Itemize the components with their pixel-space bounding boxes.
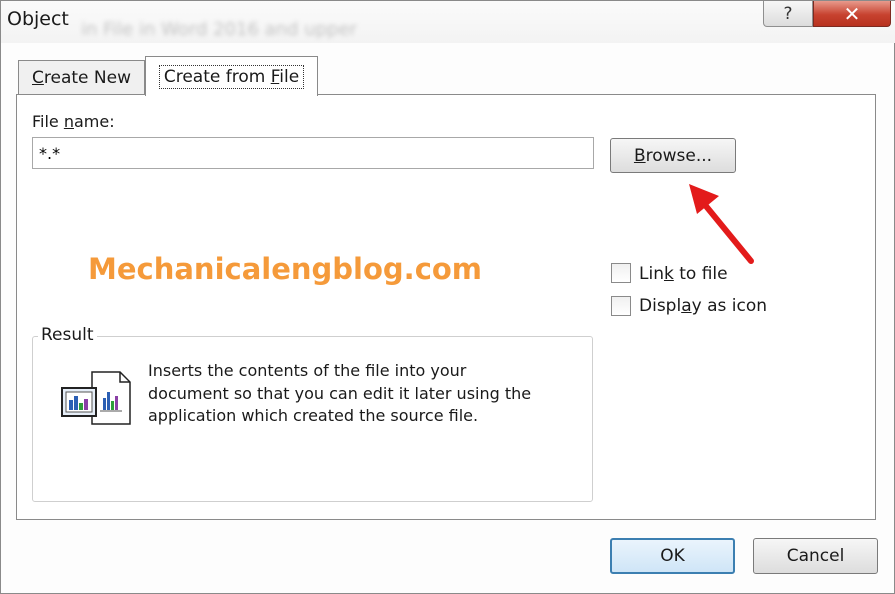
tab-create-from-file[interactable]: Create from File <box>145 56 318 96</box>
browse-button-label: Browse... <box>633 145 713 166</box>
browse-button[interactable]: Browse... <box>610 138 736 173</box>
ok-button-label: OK <box>660 546 685 566</box>
display-as-icon-checkbox[interactable] <box>611 296 631 316</box>
dialog-title: Object <box>7 8 69 30</box>
display-as-icon-label: Display as icon <box>639 296 767 316</box>
embed-object-icon <box>61 371 131 425</box>
blurred-background-text: in File in Word 2016 and upper <box>81 19 357 40</box>
file-name-input[interactable] <box>32 137 594 169</box>
ok-button[interactable]: OK <box>610 538 735 574</box>
title-bar: Object in File in Word 2016 and upper <box>1 1 895 43</box>
cancel-button[interactable]: Cancel <box>753 538 878 574</box>
result-legend: Result <box>38 325 97 345</box>
watermark-text: Mechanicalengblog.com <box>88 252 483 286</box>
link-to-file-checkbox[interactable] <box>611 263 631 283</box>
cancel-button-label: Cancel <box>786 546 845 566</box>
file-name-label: File name: <box>32 112 115 131</box>
tab-create-new[interactable]: Create New <box>18 60 145 94</box>
help-button[interactable]: ? <box>763 1 813 27</box>
tab-create-new-label: Create New <box>32 67 131 88</box>
result-description: Inserts the contents of the file into yo… <box>148 361 532 425</box>
tab-create-from-file-label: Create from File <box>158 64 305 89</box>
red-arrow-icon <box>689 184 754 264</box>
link-to-file-label: Link to file <box>639 264 728 284</box>
close-button[interactable]: ✕ <box>813 1 891 27</box>
help-icon: ? <box>783 3 793 24</box>
close-icon: ✕ <box>843 1 861 26</box>
